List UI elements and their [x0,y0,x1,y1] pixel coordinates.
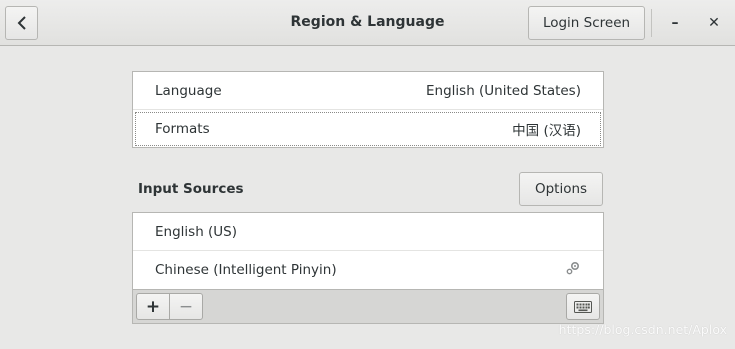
input-sources-heading: Input Sources [138,181,244,197]
keyboard-icon [574,300,592,313]
input-sources-toolbar: + − [133,289,603,323]
header-separator [651,9,652,37]
login-screen-button[interactable]: Login Screen [528,6,645,40]
formats-label: Formats [155,121,210,137]
options-button[interactable]: Options [519,172,603,206]
add-input-source-button[interactable]: + [136,293,170,320]
input-source-item[interactable]: English (US) [133,213,603,251]
minimize-button[interactable]: – [664,12,686,34]
keyboard-layout-button[interactable] [566,293,600,320]
input-source-label: English (US) [155,223,238,240]
remove-input-source-button[interactable]: − [169,293,203,320]
formats-value: 中国 (汉语) [512,123,581,139]
watermark-text: https://blog.csdn.net/Aplox [558,322,727,337]
close-button[interactable]: ✕ [703,12,725,34]
region-settings-list: Language English (United States) Formats… [132,71,604,148]
language-value: English (United States) [426,82,581,99]
formats-row[interactable]: Formats 中国 (汉语) [133,110,603,148]
gear-icon[interactable] [565,260,581,280]
language-label: Language [155,82,222,99]
language-row[interactable]: Language English (United States) [133,72,603,110]
input-sources-list: English (US) Chinese (Intelligent Pinyin… [132,212,604,324]
input-source-label: Chinese (Intelligent Pinyin) [155,262,337,278]
input-source-item[interactable]: Chinese (Intelligent Pinyin) [133,251,603,289]
header-bar: Region & Language Login Screen – ✕ [0,0,735,46]
